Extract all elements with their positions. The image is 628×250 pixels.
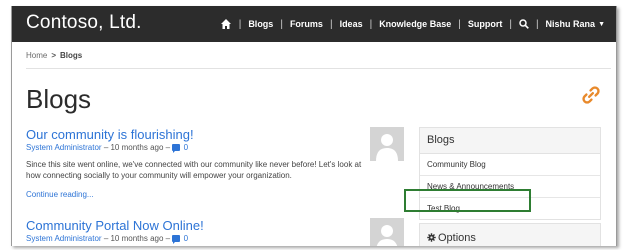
comment-icon bbox=[172, 144, 181, 153]
comment-count[interactable]: 0 bbox=[184, 143, 188, 152]
post-meta: System Administrator – 10 months ago – 0 bbox=[26, 234, 189, 244]
nav-forums[interactable]: Forums bbox=[283, 19, 330, 29]
breadcrumb-home[interactable]: Home bbox=[26, 51, 47, 60]
post-time: 10 months ago bbox=[110, 143, 164, 152]
avatar bbox=[370, 218, 404, 246]
top-navigation-bar: Contoso, Ltd. | Blogs | Forums | Ideas |… bbox=[12, 6, 616, 42]
user-menu[interactable]: Nishu Rana ▼ bbox=[539, 19, 612, 29]
page-title: Blogs bbox=[26, 84, 92, 114]
nav-support[interactable]: Support bbox=[461, 19, 510, 29]
post-excerpt: Since this site went online, we've conne… bbox=[26, 160, 362, 180]
sidebar-heading: Blogs bbox=[420, 128, 600, 154]
post-author[interactable]: System Administrator bbox=[26, 143, 102, 152]
link-icon[interactable] bbox=[580, 84, 602, 106]
post-title[interactable]: Our community is flourishing! bbox=[26, 127, 396, 142]
user-name: Nishu Rana bbox=[545, 19, 596, 29]
post-title[interactable]: Community Portal Now Online! bbox=[26, 218, 396, 233]
home-icon[interactable] bbox=[213, 18, 239, 30]
post-time: 10 months ago bbox=[110, 234, 164, 243]
nav-blogs[interactable]: Blogs bbox=[241, 19, 280, 29]
breadcrumb: Home > Blogs bbox=[26, 51, 82, 60]
comment-count[interactable]: 0 bbox=[184, 234, 188, 243]
browser-frame: Contoso, Ltd. | Blogs | Forums | Ideas |… bbox=[11, 6, 617, 246]
options-heading[interactable]: Options bbox=[427, 232, 476, 244]
post-author[interactable]: System Administrator bbox=[26, 234, 102, 243]
search-icon[interactable] bbox=[512, 19, 536, 30]
post-meta: System Administrator – 10 months ago – 0 bbox=[26, 143, 189, 153]
breadcrumb-separator: > bbox=[51, 51, 57, 60]
gear-icon bbox=[427, 233, 436, 242]
nav-knowledge-base[interactable]: Knowledge Base bbox=[372, 19, 458, 29]
main-nav: | Blogs | Forums | Ideas | Knowledge Bas… bbox=[213, 6, 612, 42]
highlight-box bbox=[404, 189, 531, 212]
chevron-down-icon: ▼ bbox=[598, 21, 605, 28]
blog-post: Community Portal Now Online! System Admi… bbox=[26, 218, 396, 244]
header-divider bbox=[26, 68, 611, 69]
comment-icon bbox=[172, 235, 181, 244]
breadcrumb-current: Blogs bbox=[60, 51, 83, 60]
options-panel: Options bbox=[419, 223, 601, 246]
avatar bbox=[370, 127, 404, 161]
nav-ideas[interactable]: Ideas bbox=[333, 19, 370, 29]
blog-post: Our community is flourishing! System Adm… bbox=[26, 127, 396, 199]
options-label: Options bbox=[438, 232, 476, 244]
continue-reading-link[interactable]: Continue reading... bbox=[26, 190, 396, 199]
site-brand[interactable]: Contoso, Ltd. bbox=[26, 12, 142, 34]
sidebar-item-community-blog[interactable]: Community Blog bbox=[420, 154, 600, 176]
